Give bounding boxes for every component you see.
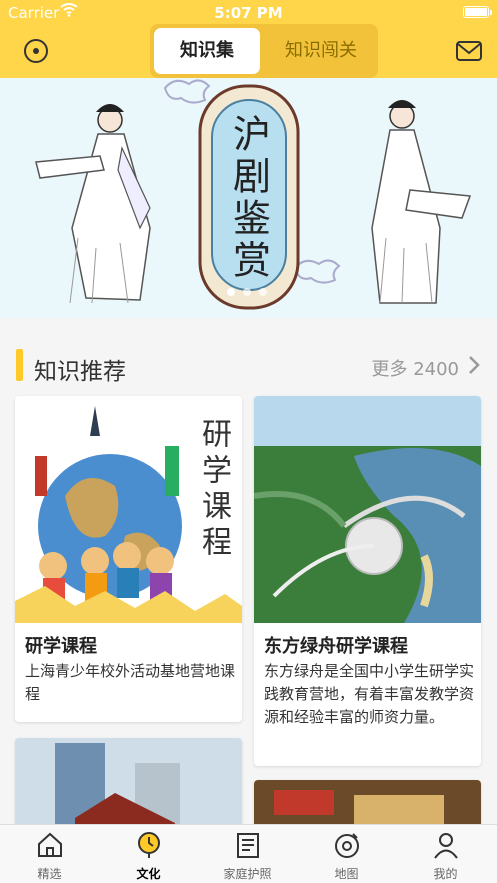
- profile-icon: [434, 833, 458, 859]
- top-header: Carrier 5:07 PM 知识集 知识闯关: [0, 0, 497, 78]
- card-thumbnail-caption: 研学课程: [196, 418, 231, 562]
- tab-label: 家庭护照: [223, 867, 272, 881]
- tab-profile[interactable]: 我的: [396, 825, 495, 883]
- tab-map[interactable]: 地图: [297, 825, 396, 883]
- chevron-right-icon[interactable]: [467, 354, 481, 376]
- clock: 5:07 PM: [214, 4, 283, 22]
- banner-carousel[interactable]: 沪剧鉴赏: [0, 78, 497, 318]
- tab-home[interactable]: 精选: [0, 825, 99, 883]
- map-icon: [335, 833, 359, 858]
- card-thumbnail: [15, 738, 242, 838]
- card-description: 上海青少年校外活动基地营地课程: [25, 662, 236, 703]
- battery-tip: [490, 10, 492, 15]
- carousel-dot[interactable]: [259, 288, 267, 296]
- tab-label: 我的: [433, 867, 458, 881]
- section-header: 知识推荐 更多 2400: [0, 340, 497, 390]
- tab-knowledge-challenge[interactable]: 知识闯关: [268, 28, 374, 74]
- scan-icon[interactable]: [23, 38, 49, 64]
- app-screen: Carrier 5:07 PM 知识集 知识闯关 沪剧鉴赏 知识推荐 更多 24…: [0, 0, 497, 883]
- banner-title: 沪剧鉴赏: [226, 114, 271, 282]
- card-title: 研学课程: [25, 636, 97, 657]
- tab-label: 地图: [334, 867, 359, 881]
- tab-knowledge-set[interactable]: 知识集: [154, 28, 260, 74]
- carousel-dot[interactable]: [227, 288, 235, 296]
- passport-icon: [237, 833, 259, 858]
- more-link[interactable]: 更多 2400: [371, 355, 459, 381]
- segment-tabs: 知识集 知识闯关: [150, 24, 378, 78]
- eastern-green-boat-photo: [254, 396, 481, 623]
- culture-icon: [138, 832, 160, 858]
- tab-label: 文化: [136, 867, 161, 881]
- knowledge-card[interactable]: [15, 738, 242, 838]
- section-title: 知识推荐: [34, 359, 126, 385]
- carousel-dot[interactable]: [243, 288, 251, 296]
- knowledge-card[interactable]: 东方绿舟研学课程 东方绿舟是全国中小学生研学实践教育营地，有着丰富发教学资源和经…: [254, 396, 481, 766]
- card-thumbnail: [254, 396, 481, 623]
- carousel-dots: [227, 288, 277, 298]
- card-thumbnail: 研学课程: [15, 396, 242, 623]
- card-description: 东方绿舟是全国中小学生研学实践教育营地，有着丰富发教学资源和经验丰富的师资力量。: [264, 662, 475, 726]
- bottom-tab-bar: 精选 文化 家庭护照 地图 我的: [0, 824, 497, 883]
- section-accent-bar: [16, 349, 23, 381]
- tab-family-passport[interactable]: 家庭护照: [198, 825, 297, 883]
- status-bar: Carrier 5:07 PM: [0, 0, 497, 26]
- battery-icon: [463, 6, 489, 18]
- card-title: 东方绿舟研学课程: [264, 636, 408, 657]
- home-icon: [38, 832, 62, 857]
- mail-icon[interactable]: [455, 38, 483, 64]
- tab-label: 精选: [37, 867, 62, 881]
- tab-culture[interactable]: 文化: [99, 825, 198, 883]
- knowledge-card[interactable]: 研学课程 研学课程 上海青少年校外活动基地营地课程: [15, 396, 242, 722]
